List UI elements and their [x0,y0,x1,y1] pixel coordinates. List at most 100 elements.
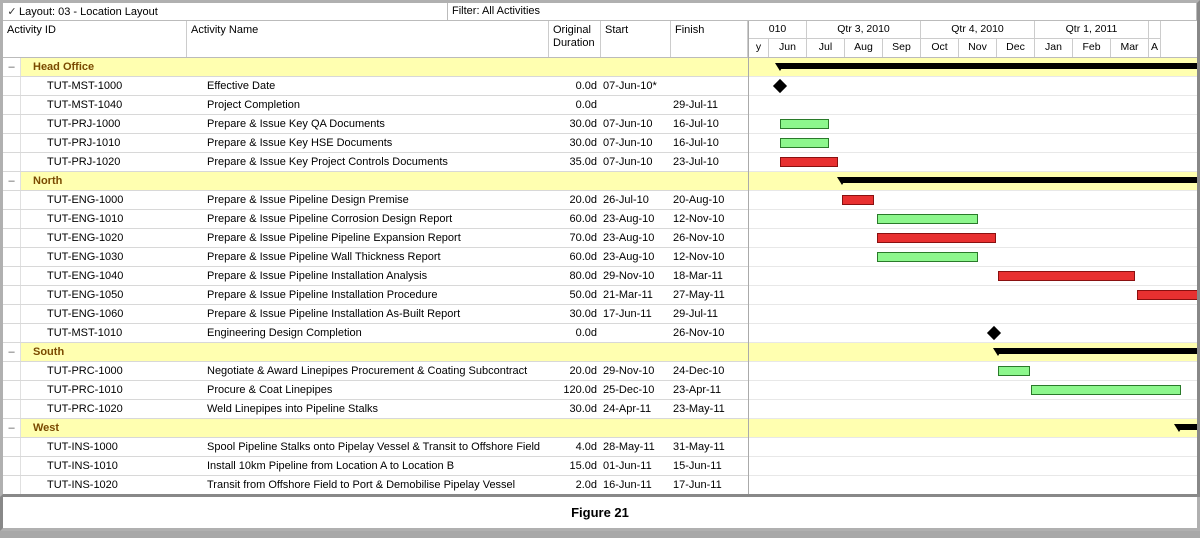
gantt-row [749,343,1197,362]
expand-toggle[interactable]: – [3,58,21,76]
activity-name-cell: Weld Linepipes into Pipeline Stalks [187,400,549,418]
filter-selector[interactable]: Filter: All Activities [448,3,1197,20]
gantt-row [749,419,1197,438]
activity-id-cell: TUT-PRC-1000 [21,362,187,380]
layout-selector[interactable]: ✓Layout: 03 - Location Layout [3,3,448,20]
task-bar[interactable] [877,233,996,243]
filter-label: Filter: All Activities [452,5,540,17]
col-finish[interactable]: Finish [671,21,748,57]
activity-row[interactable]: TUT-PRC-1000Negotiate & Award Linepipes … [3,362,748,381]
activity-row[interactable]: TUT-ENG-1050Prepare & Issue Pipeline Ins… [3,286,748,305]
summary-bar[interactable] [1179,424,1197,430]
activity-name-cell: Effective Date [187,77,549,95]
col-duration[interactable]: Original Duration [549,21,601,57]
activity-row[interactable]: TUT-MST-1000Effective Date0.0d07-Jun-10* [3,77,748,96]
expand-toggle [3,210,21,228]
activity-row[interactable]: TUT-MST-1010Engineering Design Completio… [3,324,748,343]
activity-row[interactable]: TUT-MST-1040Project Completion0.0d29-Jul… [3,96,748,115]
task-bar[interactable] [780,119,829,129]
group-row[interactable]: –North [3,172,748,191]
duration-cell: 60.0d [549,210,601,228]
expand-toggle[interactable]: – [3,172,21,190]
task-bar[interactable] [842,195,874,205]
activity-row[interactable]: TUT-ENG-1000Prepare & Issue Pipeline Des… [3,191,748,210]
col-activity-name[interactable]: Activity Name [187,21,549,57]
month-header: Jun [769,39,807,57]
activity-row[interactable]: TUT-PRJ-1010Prepare & Issue Key HSE Docu… [3,134,748,153]
activity-row[interactable]: TUT-ENG-1010Prepare & Issue Pipeline Cor… [3,210,748,229]
expand-toggle [3,153,21,171]
activity-id-cell: TUT-ENG-1060 [21,305,187,323]
summary-bar[interactable] [780,63,1197,69]
expand-toggle [3,305,21,323]
activity-row[interactable]: TUT-ENG-1030Prepare & Issue Pipeline Wal… [3,248,748,267]
activity-row[interactable]: TUT-ENG-1020Prepare & Issue Pipeline Pip… [3,229,748,248]
finish-cell: 26-Nov-10 [671,229,748,247]
expand-toggle [3,438,21,456]
activity-row[interactable]: TUT-INS-1000Spool Pipeline Stalks onto P… [3,438,748,457]
task-bar[interactable] [780,138,829,148]
activity-row[interactable]: TUT-PRC-1010Procure & Coat Linepipes120.… [3,381,748,400]
duration-cell: 2.0d [549,476,601,494]
summary-bar[interactable] [842,177,1197,183]
activity-row[interactable]: TUT-PRJ-1020Prepare & Issue Key Project … [3,153,748,172]
task-bar[interactable] [780,157,838,167]
duration-cell: 60.0d [549,248,601,266]
activity-row[interactable]: TUT-PRJ-1000Prepare & Issue Key QA Docum… [3,115,748,134]
gantt-row [749,362,1197,381]
gantt-row [749,77,1197,96]
start-cell: 07-Jun-10 [601,134,671,152]
task-bar[interactable] [1031,385,1181,395]
duration-cell: 30.0d [549,115,601,133]
start-cell [601,343,671,361]
finish-cell: 26-Nov-10 [671,324,748,342]
milestone-icon[interactable] [987,326,1001,340]
start-cell: 17-Jun-11 [601,305,671,323]
col-activity-id[interactable]: Activity ID [3,21,187,57]
activity-row[interactable]: TUT-PRC-1020Weld Linepipes into Pipeline… [3,400,748,419]
quarter-header: Qtr 4, 2010 [921,21,1035,39]
activity-id-cell: TUT-PRC-1020 [21,400,187,418]
expand-toggle [3,267,21,285]
activity-row[interactable]: TUT-INS-1020Transit from Offshore Field … [3,476,748,494]
layout-label: Layout: 03 - Location Layout [19,6,158,18]
task-bar[interactable] [877,214,978,224]
activity-id-cell: North [21,172,187,190]
group-row[interactable]: –West [3,419,748,438]
expand-toggle [3,96,21,114]
check-icon: ✓ [7,5,17,18]
expand-toggle[interactable]: – [3,419,21,437]
finish-cell: 18-Mar-11 [671,267,748,285]
summary-bar[interactable] [998,348,1197,354]
duration-cell [549,343,601,361]
finish-cell: 29-Jul-11 [671,96,748,114]
duration-cell [549,419,601,437]
activity-row[interactable]: TUT-ENG-1060Prepare & Issue Pipeline Ins… [3,305,748,324]
finish-cell [671,419,748,437]
group-row[interactable]: –Head Office [3,58,748,77]
gantt-row [749,476,1197,494]
task-bar[interactable] [877,252,978,262]
gantt-chart[interactable]: 010Qtr 3, 2010Qtr 4, 2010Qtr 1, 2011 yJu… [749,21,1197,494]
activity-row[interactable]: TUT-INS-1010Install 10km Pipeline from L… [3,457,748,476]
activity-row[interactable]: TUT-ENG-1040Prepare & Issue Pipeline Ins… [3,267,748,286]
task-bar[interactable] [1137,290,1197,300]
activity-id-cell: South [21,343,187,361]
gantt-row [749,172,1197,191]
activity-name-cell: Prepare & Issue Pipeline Pipeline Expans… [187,229,549,247]
activity-name-cell [187,58,549,76]
task-bar[interactable] [998,366,1030,376]
activity-id-cell: West [21,419,187,437]
gantt-row [749,248,1197,267]
group-row[interactable]: –South [3,343,748,362]
col-start[interactable]: Start [601,21,671,57]
activity-id-cell: TUT-PRC-1010 [21,381,187,399]
start-cell: 26-Jul-10 [601,191,671,209]
task-bar[interactable] [998,271,1135,281]
start-cell [601,324,671,342]
duration-cell: 30.0d [549,305,601,323]
activity-name-cell: Spool Pipeline Stalks onto Pipelay Vesse… [187,438,549,456]
gantt-row [749,305,1197,324]
milestone-icon[interactable] [773,79,787,93]
expand-toggle[interactable]: – [3,343,21,361]
